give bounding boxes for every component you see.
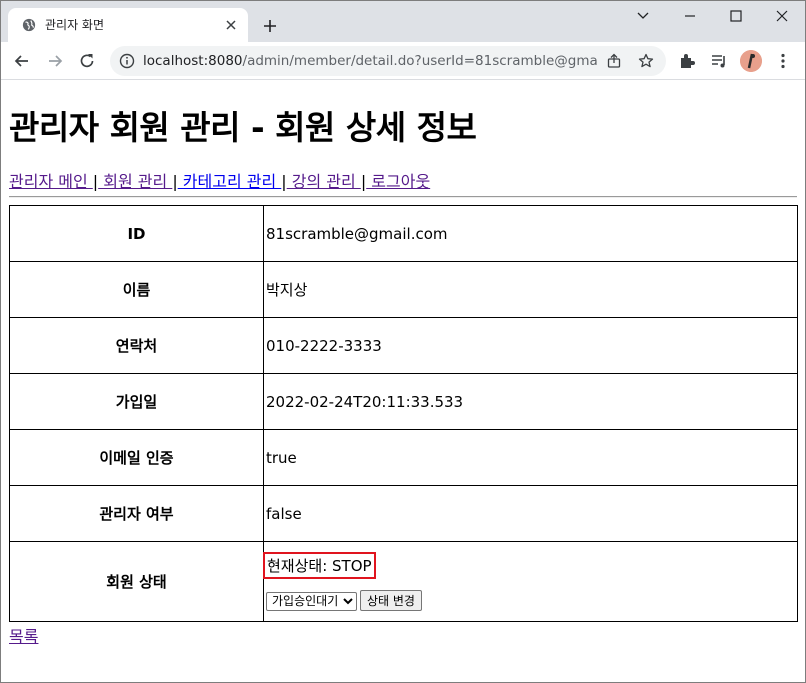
nav-link-logout[interactable]: 로그아웃 [366, 172, 430, 191]
globe-icon [22, 18, 36, 32]
maximize-icon[interactable] [721, 6, 751, 26]
field-value-member-status: 현재상태: STOP 가입승인대기 상태 변경 [263, 541, 798, 622]
nav-link-member-management[interactable]: 회원 관리 [98, 172, 172, 191]
browser-chrome: 관리자 화면 localhost:8080/admin/member/detai… [0, 0, 806, 80]
table-row: 이메일 인증 true [9, 429, 798, 486]
field-label-id: ID [9, 205, 264, 262]
table-row: 회원 상태 현재상태: STOP 가입승인대기 상태 변경 [9, 541, 798, 622]
close-icon[interactable] [223, 17, 239, 33]
reload-icon[interactable] [77, 51, 97, 71]
tab-title: 관리자 화면 [45, 18, 105, 32]
table-row: 연락처 010-2222-3333 [9, 317, 798, 374]
page-title: 관리자 회원 관리 - 회원 상세 정보 [9, 108, 477, 147]
change-status-button[interactable]: 상태 변경 [360, 590, 422, 611]
menu-kebab-icon[interactable] [773, 51, 793, 71]
browser-tab[interactable]: 관리자 화면 [8, 8, 248, 42]
field-value-email-auth: true [263, 429, 798, 486]
member-detail-table: ID 81scramble@gmail.com 이름 박지상 연락처 010-2… [9, 205, 798, 622]
bookmark-star-icon[interactable] [638, 53, 654, 69]
field-label-phone: 연락처 [9, 317, 264, 374]
window-close-icon[interactable] [767, 6, 797, 26]
current-status-highlight: 현재상태: STOP [263, 552, 376, 579]
back-to-list-link[interactable]: 목록 [9, 623, 38, 647]
share-icon[interactable] [606, 53, 622, 69]
nav-link-course-management[interactable]: 강의 관리 [287, 172, 361, 191]
field-value-reg-date: 2022-02-24T20:11:33.533 [263, 373, 798, 430]
field-value-admin-yn: false [263, 485, 798, 542]
tab-search-chevron-icon[interactable] [628, 6, 658, 26]
back-arrow-icon[interactable] [12, 51, 32, 71]
address-bar[interactable]: localhost:8080/admin/member/detail.do?us… [110, 46, 666, 76]
divider [9, 196, 797, 198]
field-value-name: 박지상 [263, 261, 798, 318]
table-row: 관리자 여부 false [9, 485, 798, 542]
profile-avatar[interactable] [740, 50, 762, 72]
forward-arrow-icon[interactable] [45, 51, 65, 71]
page-content: 관리자 회원 관리 - 회원 상세 정보 관리자 메인 | 회원 관리 | 카테… [0, 80, 806, 683]
url-host: localhost:8080 [143, 53, 243, 69]
browser-toolbar: localhost:8080/admin/member/detail.do?us… [0, 42, 806, 80]
profile-picture-icon [740, 50, 762, 72]
media-playlist-icon[interactable] [709, 51, 729, 71]
url-path: /admin/member/detail.do?userId=81scrambl… [242, 53, 598, 69]
status-change-form: 가입승인대기 상태 변경 [266, 590, 797, 611]
url-text[interactable]: localhost:8080/admin/member/detail.do?us… [143, 53, 598, 69]
field-label-admin-yn: 관리자 여부 [9, 485, 264, 542]
table-row: ID 81scramble@gmail.com [9, 205, 798, 262]
extensions-puzzle-icon[interactable] [677, 51, 697, 71]
field-value-phone: 010-2222-3333 [263, 317, 798, 374]
status-select[interactable]: 가입승인대기 [266, 591, 357, 611]
site-info-icon[interactable] [119, 53, 135, 69]
table-row: 가입일 2022-02-24T20:11:33.533 [9, 373, 798, 430]
nav-link-category-management[interactable]: 카테고리 관리 [178, 172, 282, 191]
field-label-email-auth: 이메일 인증 [9, 429, 264, 486]
field-value-id: 81scramble@gmail.com [263, 205, 798, 262]
new-tab-plus-icon[interactable] [260, 16, 280, 36]
admin-nav: 관리자 메인 | 회원 관리 | 카테고리 관리 | 강의 관리 | 로그아웃 [9, 168, 430, 192]
table-row: 이름 박지상 [9, 261, 798, 318]
field-label-reg-date: 가입일 [9, 373, 264, 430]
field-label-member-status: 회원 상태 [9, 541, 264, 622]
minimize-icon[interactable] [675, 6, 705, 26]
field-label-name: 이름 [9, 261, 264, 318]
nav-link-admin-main[interactable]: 관리자 메인 [9, 172, 93, 191]
